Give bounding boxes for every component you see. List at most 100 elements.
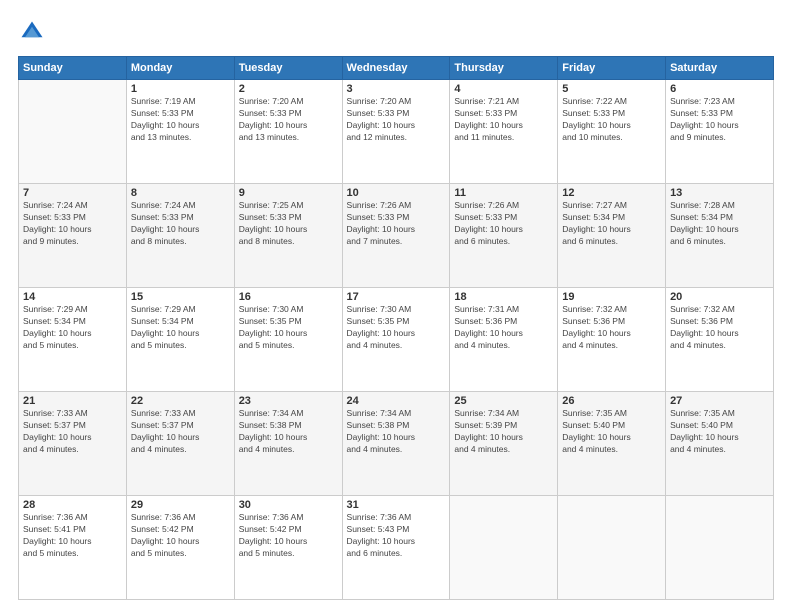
- day-info: Sunrise: 7:33 AM Sunset: 5:37 PM Dayligh…: [131, 408, 230, 456]
- day-number: 14: [23, 291, 122, 303]
- calendar-cell: 22Sunrise: 7:33 AM Sunset: 5:37 PM Dayli…: [126, 392, 234, 496]
- weekday-header-thursday: Thursday: [450, 57, 558, 80]
- calendar-cell: 28Sunrise: 7:36 AM Sunset: 5:41 PM Dayli…: [19, 496, 127, 600]
- calendar-cell: [450, 496, 558, 600]
- day-info: Sunrise: 7:26 AM Sunset: 5:33 PM Dayligh…: [454, 200, 553, 248]
- day-number: 25: [454, 395, 553, 407]
- calendar-week-3: 14Sunrise: 7:29 AM Sunset: 5:34 PM Dayli…: [19, 288, 774, 392]
- calendar-cell: 1Sunrise: 7:19 AM Sunset: 5:33 PM Daylig…: [126, 80, 234, 184]
- day-number: 27: [670, 395, 769, 407]
- day-number: 30: [239, 499, 338, 511]
- weekday-header-saturday: Saturday: [666, 57, 774, 80]
- calendar-cell: 23Sunrise: 7:34 AM Sunset: 5:38 PM Dayli…: [234, 392, 342, 496]
- day-number: 2: [239, 83, 338, 95]
- calendar-cell: 6Sunrise: 7:23 AM Sunset: 5:33 PM Daylig…: [666, 80, 774, 184]
- logo: [18, 18, 50, 46]
- calendar-cell: 11Sunrise: 7:26 AM Sunset: 5:33 PM Dayli…: [450, 184, 558, 288]
- logo-icon: [18, 18, 46, 46]
- calendar-cell: 15Sunrise: 7:29 AM Sunset: 5:34 PM Dayli…: [126, 288, 234, 392]
- calendar-cell: 14Sunrise: 7:29 AM Sunset: 5:34 PM Dayli…: [19, 288, 127, 392]
- calendar-cell: [666, 496, 774, 600]
- day-number: 13: [670, 187, 769, 199]
- day-info: Sunrise: 7:29 AM Sunset: 5:34 PM Dayligh…: [131, 304, 230, 352]
- calendar-cell: 2Sunrise: 7:20 AM Sunset: 5:33 PM Daylig…: [234, 80, 342, 184]
- day-number: 24: [347, 395, 446, 407]
- day-info: Sunrise: 7:34 AM Sunset: 5:38 PM Dayligh…: [347, 408, 446, 456]
- calendar-body: 1Sunrise: 7:19 AM Sunset: 5:33 PM Daylig…: [19, 80, 774, 600]
- calendar-cell: 27Sunrise: 7:35 AM Sunset: 5:40 PM Dayli…: [666, 392, 774, 496]
- calendar-cell: 21Sunrise: 7:33 AM Sunset: 5:37 PM Dayli…: [19, 392, 127, 496]
- day-info: Sunrise: 7:31 AM Sunset: 5:36 PM Dayligh…: [454, 304, 553, 352]
- day-number: 11: [454, 187, 553, 199]
- day-number: 6: [670, 83, 769, 95]
- day-info: Sunrise: 7:34 AM Sunset: 5:39 PM Dayligh…: [454, 408, 553, 456]
- day-number: 19: [562, 291, 661, 303]
- calendar-table: SundayMondayTuesdayWednesdayThursdayFrid…: [18, 56, 774, 600]
- page: SundayMondayTuesdayWednesdayThursdayFrid…: [0, 0, 792, 612]
- day-number: 28: [23, 499, 122, 511]
- calendar-cell: 13Sunrise: 7:28 AM Sunset: 5:34 PM Dayli…: [666, 184, 774, 288]
- calendar-cell: 8Sunrise: 7:24 AM Sunset: 5:33 PM Daylig…: [126, 184, 234, 288]
- day-number: 18: [454, 291, 553, 303]
- day-info: Sunrise: 7:24 AM Sunset: 5:33 PM Dayligh…: [23, 200, 122, 248]
- calendar-cell: [19, 80, 127, 184]
- day-number: 21: [23, 395, 122, 407]
- calendar-week-2: 7Sunrise: 7:24 AM Sunset: 5:33 PM Daylig…: [19, 184, 774, 288]
- weekday-header-monday: Monday: [126, 57, 234, 80]
- calendar-cell: 12Sunrise: 7:27 AM Sunset: 5:34 PM Dayli…: [558, 184, 666, 288]
- day-number: 12: [562, 187, 661, 199]
- calendar-cell: 25Sunrise: 7:34 AM Sunset: 5:39 PM Dayli…: [450, 392, 558, 496]
- weekday-header-tuesday: Tuesday: [234, 57, 342, 80]
- day-number: 15: [131, 291, 230, 303]
- calendar-cell: 7Sunrise: 7:24 AM Sunset: 5:33 PM Daylig…: [19, 184, 127, 288]
- calendar-cell: 17Sunrise: 7:30 AM Sunset: 5:35 PM Dayli…: [342, 288, 450, 392]
- day-info: Sunrise: 7:26 AM Sunset: 5:33 PM Dayligh…: [347, 200, 446, 248]
- calendar-cell: 31Sunrise: 7:36 AM Sunset: 5:43 PM Dayli…: [342, 496, 450, 600]
- calendar-cell: 19Sunrise: 7:32 AM Sunset: 5:36 PM Dayli…: [558, 288, 666, 392]
- day-info: Sunrise: 7:30 AM Sunset: 5:35 PM Dayligh…: [239, 304, 338, 352]
- day-info: Sunrise: 7:35 AM Sunset: 5:40 PM Dayligh…: [670, 408, 769, 456]
- day-info: Sunrise: 7:32 AM Sunset: 5:36 PM Dayligh…: [670, 304, 769, 352]
- calendar-cell: 26Sunrise: 7:35 AM Sunset: 5:40 PM Dayli…: [558, 392, 666, 496]
- day-info: Sunrise: 7:35 AM Sunset: 5:40 PM Dayligh…: [562, 408, 661, 456]
- day-number: 20: [670, 291, 769, 303]
- day-info: Sunrise: 7:21 AM Sunset: 5:33 PM Dayligh…: [454, 96, 553, 144]
- weekday-header-row: SundayMondayTuesdayWednesdayThursdayFrid…: [19, 57, 774, 80]
- calendar-header: SundayMondayTuesdayWednesdayThursdayFrid…: [19, 57, 774, 80]
- weekday-header-wednesday: Wednesday: [342, 57, 450, 80]
- calendar-cell: 5Sunrise: 7:22 AM Sunset: 5:33 PM Daylig…: [558, 80, 666, 184]
- day-number: 3: [347, 83, 446, 95]
- day-info: Sunrise: 7:34 AM Sunset: 5:38 PM Dayligh…: [239, 408, 338, 456]
- day-info: Sunrise: 7:20 AM Sunset: 5:33 PM Dayligh…: [239, 96, 338, 144]
- day-info: Sunrise: 7:30 AM Sunset: 5:35 PM Dayligh…: [347, 304, 446, 352]
- day-number: 1: [131, 83, 230, 95]
- day-info: Sunrise: 7:32 AM Sunset: 5:36 PM Dayligh…: [562, 304, 661, 352]
- day-number: 23: [239, 395, 338, 407]
- calendar-cell: 29Sunrise: 7:36 AM Sunset: 5:42 PM Dayli…: [126, 496, 234, 600]
- day-info: Sunrise: 7:20 AM Sunset: 5:33 PM Dayligh…: [347, 96, 446, 144]
- day-info: Sunrise: 7:19 AM Sunset: 5:33 PM Dayligh…: [131, 96, 230, 144]
- calendar-cell: 18Sunrise: 7:31 AM Sunset: 5:36 PM Dayli…: [450, 288, 558, 392]
- header: [18, 18, 774, 46]
- day-info: Sunrise: 7:36 AM Sunset: 5:42 PM Dayligh…: [239, 512, 338, 560]
- weekday-header-sunday: Sunday: [19, 57, 127, 80]
- calendar-cell: 3Sunrise: 7:20 AM Sunset: 5:33 PM Daylig…: [342, 80, 450, 184]
- day-number: 10: [347, 187, 446, 199]
- day-number: 5: [562, 83, 661, 95]
- calendar-cell: [558, 496, 666, 600]
- calendar-cell: 30Sunrise: 7:36 AM Sunset: 5:42 PM Dayli…: [234, 496, 342, 600]
- day-info: Sunrise: 7:33 AM Sunset: 5:37 PM Dayligh…: [23, 408, 122, 456]
- calendar-cell: 10Sunrise: 7:26 AM Sunset: 5:33 PM Dayli…: [342, 184, 450, 288]
- day-number: 26: [562, 395, 661, 407]
- day-number: 22: [131, 395, 230, 407]
- calendar-week-1: 1Sunrise: 7:19 AM Sunset: 5:33 PM Daylig…: [19, 80, 774, 184]
- day-info: Sunrise: 7:23 AM Sunset: 5:33 PM Dayligh…: [670, 96, 769, 144]
- calendar-cell: 20Sunrise: 7:32 AM Sunset: 5:36 PM Dayli…: [666, 288, 774, 392]
- day-info: Sunrise: 7:25 AM Sunset: 5:33 PM Dayligh…: [239, 200, 338, 248]
- calendar-cell: 4Sunrise: 7:21 AM Sunset: 5:33 PM Daylig…: [450, 80, 558, 184]
- day-number: 16: [239, 291, 338, 303]
- calendar-week-5: 28Sunrise: 7:36 AM Sunset: 5:41 PM Dayli…: [19, 496, 774, 600]
- day-info: Sunrise: 7:22 AM Sunset: 5:33 PM Dayligh…: [562, 96, 661, 144]
- day-number: 7: [23, 187, 122, 199]
- day-info: Sunrise: 7:29 AM Sunset: 5:34 PM Dayligh…: [23, 304, 122, 352]
